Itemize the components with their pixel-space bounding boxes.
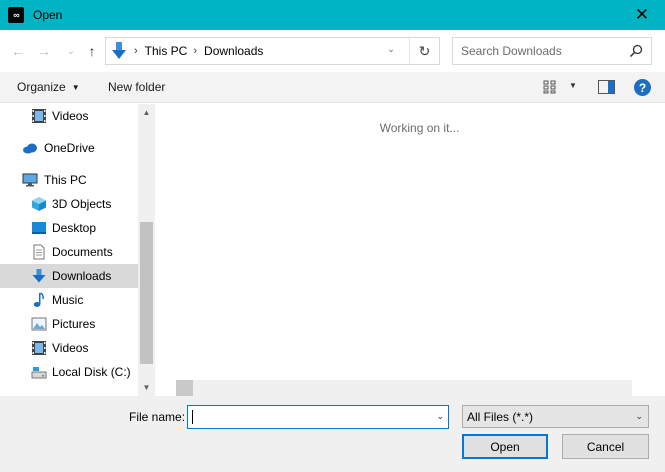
search-icon (629, 44, 643, 58)
nav-item-label: Desktop (52, 221, 97, 235)
address-row: ← → ⌄ ↑ › This PC › Downloads ⌄ ↻ (0, 30, 665, 72)
file-name-input[interactable] (192, 409, 422, 425)
app-icon: ∞ (8, 7, 24, 23)
help-icon[interactable]: ? (634, 79, 651, 96)
nav-item-pictures[interactable]: Pictures (0, 312, 138, 336)
document-icon (33, 244, 45, 260)
breadcrumb-downloads[interactable]: Downloads (204, 44, 263, 58)
file-type-value: All Files (*.*) (467, 409, 534, 424)
music-icon (33, 292, 44, 307)
nav-item-label: Videos (52, 341, 89, 355)
cancel-button[interactable]: Cancel (562, 434, 649, 459)
nav-item-label: Videos (52, 109, 89, 123)
file-list-pane[interactable]: Working on it... (158, 104, 665, 396)
forward-button[interactable]: → (34, 41, 54, 61)
download-icon (32, 269, 46, 283)
nav-item-label: Music (52, 293, 84, 307)
video-icon (32, 341, 46, 355)
nav-item-desktop[interactable]: Desktop (0, 216, 138, 240)
nav-item-downloads[interactable]: Downloads (0, 264, 138, 288)
recent-locations-button[interactable]: ⌄ (61, 41, 81, 61)
close-button[interactable]: ✕ (619, 0, 665, 30)
nav-item-label: This PC (44, 173, 87, 187)
navigation-pane: Videos OneDrive This PC 3D Objects Deskt… (0, 104, 155, 396)
chevron-down-icon[interactable]: ⌄ (436, 411, 444, 422)
cube-icon (32, 197, 46, 211)
refresh-button[interactable]: ↻ (409, 38, 439, 64)
nav-item-onedrive[interactable]: OneDrive (0, 136, 138, 160)
chevron-down-icon: ⌄ (635, 411, 643, 421)
file-type-select[interactable]: All Files (*.*) ⌄ (462, 405, 649, 428)
nav-item-videos[interactable]: Videos (0, 336, 138, 360)
window-title: Open (33, 8, 63, 22)
breadcrumb-separator: › (134, 45, 138, 57)
breadcrumb-this-pc[interactable]: This PC (145, 44, 188, 58)
organize-label: Organize (17, 80, 66, 94)
computer-icon (22, 173, 38, 187)
cloud-icon (23, 143, 37, 154)
picture-icon (31, 317, 47, 331)
nav-item-label: Documents (52, 245, 113, 259)
nav-item-this-pc[interactable]: This PC (0, 168, 138, 192)
nav-item-3d-objects[interactable]: 3D Objects (0, 192, 138, 216)
download-icon (112, 42, 126, 59)
organize-button[interactable]: Organize ▼ (17, 80, 80, 94)
address-dropdown-icon[interactable]: ⌄ (383, 44, 399, 55)
view-options-icon[interactable] (543, 80, 559, 94)
horizontal-scrollbar[interactable] (176, 380, 632, 396)
search-input[interactable] (461, 39, 631, 63)
nav-item-label: Local Disk (C:) (52, 365, 131, 379)
new-folder-button[interactable]: New folder (108, 80, 165, 94)
back-button[interactable]: ← (8, 41, 28, 61)
preview-pane-icon[interactable] (598, 80, 615, 94)
nav-item-videos-quick[interactable]: Videos (0, 104, 138, 128)
text-caret (192, 410, 193, 424)
video-icon (32, 109, 46, 123)
loading-status: Working on it... (379, 121, 460, 135)
dialog-footer: File name: ⌄ All Files (*.*) ⌄ Open Canc… (0, 396, 665, 472)
nav-item-documents[interactable]: Documents (0, 240, 138, 264)
nav-item-label: 3D Objects (52, 197, 112, 211)
nav-item-music[interactable]: Music (0, 288, 138, 312)
address-bar[interactable]: › This PC › Downloads ⌄ ↻ (105, 37, 440, 65)
scrollbar-thumb[interactable] (140, 222, 153, 364)
open-button[interactable]: Open (462, 434, 548, 459)
caret-down-icon: ▼ (71, 83, 80, 93)
scroll-down-icon[interactable]: ▼ (138, 379, 155, 396)
search-box[interactable] (452, 37, 652, 65)
nav-item-label: OneDrive (44, 141, 95, 155)
file-name-label: File name: (129, 410, 186, 424)
horizontal-scrollbar-thumb[interactable] (176, 380, 193, 396)
desktop-icon (32, 222, 46, 234)
breadcrumb-separator: › (193, 45, 198, 57)
nav-item-local-disk[interactable]: Local Disk (C:) (0, 360, 138, 384)
title-bar: ∞ Open ✕ (0, 0, 665, 30)
nav-item-label: Downloads (52, 269, 112, 283)
nav-item-label: Pictures (52, 317, 96, 331)
view-dropdown-icon[interactable]: ▼ (569, 81, 577, 90)
file-name-combobox[interactable]: ⌄ (187, 405, 449, 429)
drive-icon (31, 367, 47, 379)
command-bar: Organize ▼ New folder ▼ ? (0, 72, 665, 103)
up-button[interactable]: ↑ (82, 41, 102, 61)
nav-pane-scrollbar[interactable]: ▲ ▼ (138, 104, 155, 396)
scroll-up-icon[interactable]: ▲ (138, 104, 155, 121)
